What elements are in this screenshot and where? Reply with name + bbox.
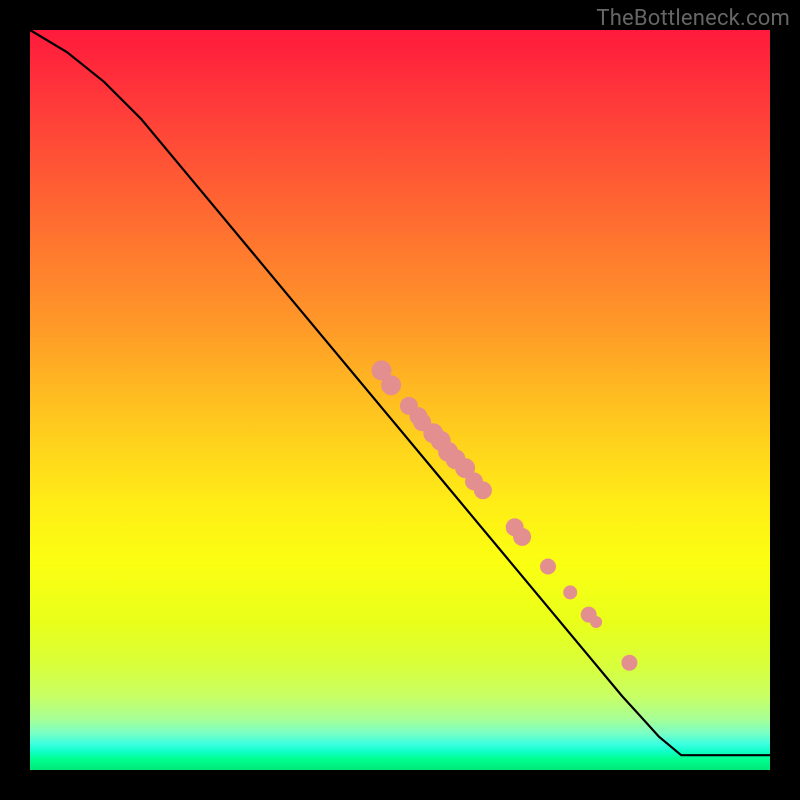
watermark-text: TheBottleneck.com (596, 6, 790, 31)
data-marker (590, 616, 602, 628)
data-marker (540, 559, 556, 575)
bottleneck-curve (30, 30, 770, 755)
data-marker (621, 655, 637, 671)
data-marker (474, 481, 492, 499)
data-marker (563, 585, 577, 599)
data-marker (513, 528, 531, 546)
chart-overlay (30, 30, 770, 770)
data-markers (372, 360, 638, 670)
data-marker (381, 375, 401, 395)
